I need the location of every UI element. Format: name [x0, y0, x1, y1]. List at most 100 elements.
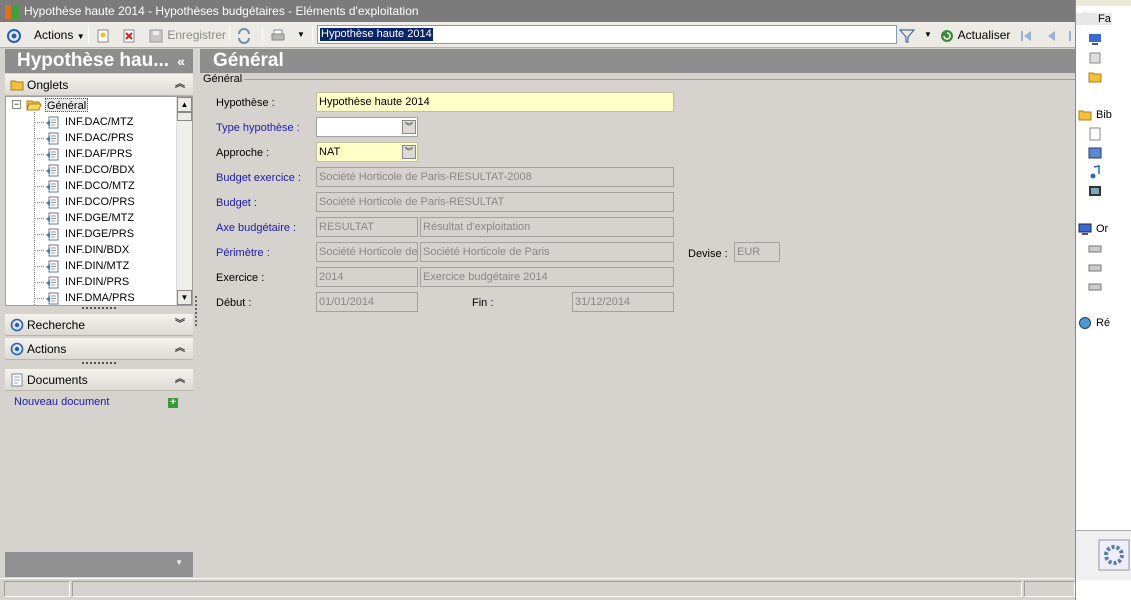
collapse-up-icon[interactable]: ︽ — [175, 369, 185, 391]
open-folder-icon — [26, 100, 42, 111]
network-item[interactable]: Ré — [1096, 317, 1110, 329]
tree-item-label: INF.DGE/MTZ — [65, 212, 135, 224]
tree-scrollbar[interactable]: ▲ ▼ — [176, 97, 192, 305]
first-record-button[interactable] — [1018, 25, 1034, 45]
fin-value: 31/12/2014 — [575, 296, 631, 308]
tree-item-label: INF.DIN/PRS — [65, 276, 130, 288]
tree-item[interactable]: INF.DGE/PRS — [34, 226, 134, 242]
tree-item[interactable]: INF.DIN/BDX — [34, 242, 130, 258]
tree-connector — [34, 218, 44, 219]
tree-item[interactable]: INF.DAC/PRS — [34, 130, 133, 146]
tab-document-icon — [46, 180, 59, 193]
perimetre-code-field: Société Horticole de — [316, 242, 418, 262]
tree-item-label: INF.DIN/BDX — [65, 244, 130, 256]
tree-item[interactable]: INF.DGE/MTZ — [34, 210, 135, 226]
previous-record-button[interactable] — [1043, 25, 1059, 45]
axe-description-field: Résultat d'exploitation — [420, 217, 674, 237]
video-icon — [1089, 186, 1101, 196]
double-chevron-down-icon[interactable]: ︾ — [402, 145, 416, 159]
collapse-up-icon[interactable]: ︽ — [175, 74, 185, 96]
perimetre-description-field: Société Horticole de Paris — [420, 242, 674, 262]
expand-down-icon[interactable]: ︾ — [175, 314, 185, 336]
previous-arrow-icon — [1048, 30, 1055, 41]
status-cell — [72, 581, 1022, 597]
tree-item-label: INF.DCO/MTZ — [65, 180, 135, 192]
document-icon — [11, 373, 23, 387]
search-input[interactable]: Hypothèse haute 2014 — [320, 28, 433, 41]
budget-exercice-value: Société Horticole de Paris-RESULTAT-2008 — [319, 171, 532, 183]
budget-exercice-label[interactable]: Budget exercice : — [216, 171, 301, 185]
tree-item-label: INF.DMA/PRS — [65, 292, 135, 304]
tree-item[interactable]: INF.DIN/PRS — [34, 274, 130, 290]
tree-item[interactable]: INF.DCO/MTZ — [34, 178, 135, 194]
footer-dropdown-icon[interactable]: ▼ — [175, 558, 183, 567]
add-document-icon[interactable]: + — [168, 398, 178, 408]
new-button[interactable] — [95, 25, 111, 45]
tree-item-label: INF.DIN/MTZ — [65, 260, 130, 272]
library-icon — [1078, 110, 1092, 121]
collapse-left-icon[interactable]: « — [177, 49, 185, 73]
scroll-up-button[interactable]: ▲ — [177, 97, 192, 112]
splitter-grip[interactable] — [82, 307, 116, 310]
actions-menu-button[interactable]: Actions ▼ — [34, 25, 85, 45]
filter-button[interactable] — [899, 25, 915, 45]
splitter-grip[interactable] — [82, 362, 116, 365]
approche-select[interactable]: NAT ︾ — [316, 142, 418, 162]
approche-label: Approche : — [216, 147, 270, 159]
nav-circle-button[interactable] — [6, 25, 22, 45]
print-button[interactable] — [270, 25, 286, 45]
next-record-button[interactable] — [1068, 25, 1075, 45]
scroll-thumb[interactable] — [177, 112, 192, 121]
tree-connector — [34, 138, 44, 139]
axe-description-value: Résultat d'exploitation — [423, 221, 531, 233]
new-document-link[interactable]: Nouveau document — [14, 396, 109, 408]
documents-section-label: Documents — [27, 373, 88, 387]
perimetre-label[interactable]: Périmètre : — [216, 246, 270, 260]
tree-item[interactable]: INF.DCO/PRS — [34, 194, 135, 210]
actions-section-header[interactable]: Actions ︽ — [5, 338, 193, 360]
axe-budgetaire-label[interactable]: Axe budgétaire : — [216, 221, 296, 235]
type-hypothese-select[interactable]: ︾ — [316, 117, 418, 137]
tree-item[interactable]: INF.DAC/MTZ — [34, 114, 133, 130]
favorites-item[interactable]: Fa — [1076, 13, 1112, 25]
type-hypothese-label[interactable]: Type hypothèse : — [216, 121, 300, 135]
main-title: Général — [213, 50, 284, 71]
double-chevron-down-icon[interactable]: ︾ — [402, 120, 416, 134]
tree-item[interactable]: INF.DMA/PRS — [34, 290, 135, 305]
new-document-icon — [97, 29, 109, 43]
scroll-down-button[interactable]: ▼ — [177, 290, 192, 305]
refresh-button[interactable]: Actualiser — [939, 25, 1010, 45]
filter-dropdown-icon[interactable]: ▼ — [924, 25, 932, 45]
exercice-label: Exercice : — [216, 272, 265, 284]
tree-item[interactable]: INF.DAF/PRS — [34, 146, 132, 162]
sync-icon — [238, 27, 250, 44]
documents-section-header[interactable]: Documents ︽ — [5, 369, 193, 391]
library-item[interactable]: Bib — [1096, 109, 1112, 121]
tree-item-label: INF.DCO/PRS — [65, 196, 135, 208]
tree-collapse-icon[interactable]: − — [12, 100, 21, 109]
tabs-section-header[interactable]: Onglets ︽ — [5, 74, 193, 96]
vertical-splitter-grip[interactable] — [195, 296, 197, 326]
main-title-bar: Général — [200, 49, 1075, 73]
hypothese-field[interactable]: Hypothèse haute 2014 — [316, 92, 674, 112]
computer-item[interactable]: Or — [1096, 223, 1108, 235]
search-field[interactable]: Hypothèse haute 2014 — [317, 25, 897, 44]
tree-root-general[interactable]: Général — [45, 98, 89, 112]
print-dropdown-icon[interactable]: ▼ — [297, 25, 305, 45]
gear-icon[interactable] — [1098, 539, 1130, 571]
collapse-up-icon[interactable]: ︽ — [175, 338, 185, 360]
tab-document-icon — [46, 212, 59, 225]
toolbar-separator — [312, 26, 313, 44]
toolbar-separator — [229, 26, 230, 44]
search-section-header[interactable]: Recherche ︾ — [5, 314, 193, 336]
save-button[interactable]: Enregistrer — [148, 25, 226, 45]
budget-label[interactable]: Budget : — [216, 196, 257, 210]
tree-item[interactable]: INF.DIN/MTZ — [34, 258, 130, 274]
budget-field: Société Horticole de Paris-RESULTAT — [316, 192, 674, 212]
tree-item[interactable]: INF.DCO/BDX — [34, 162, 135, 178]
sync-button[interactable] — [236, 25, 252, 45]
tree-connector — [34, 154, 44, 155]
group-label: Général — [203, 73, 245, 85]
delete-button[interactable] — [121, 25, 137, 45]
tree-vertical-connector — [34, 112, 35, 305]
